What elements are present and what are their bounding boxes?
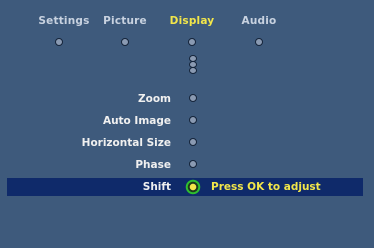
scroll-dot (189, 67, 197, 74)
adjust-hint: Press OK to adjust (211, 181, 321, 193)
tab-picture-indicator (121, 38, 129, 46)
menu-item-zoom[interactable]: Zoom (138, 93, 171, 105)
tab-audio[interactable]: Audio (242, 15, 277, 27)
menu-item-auto-image-radio[interactable] (189, 116, 197, 124)
menu-item-auto-image[interactable]: Auto Image (103, 115, 171, 127)
tab-picture[interactable]: Picture (103, 15, 147, 27)
tab-settings-indicator (55, 38, 63, 46)
tab-bar: Settings Picture Display Audio (0, 15, 374, 29)
menu-item-zoom-radio[interactable] (189, 94, 197, 102)
tab-display-indicator (188, 38, 196, 46)
scroll-indicator (189, 55, 197, 74)
menu-item-phase[interactable]: Phase (135, 159, 171, 171)
ok-button-icon[interactable] (185, 179, 201, 195)
menu-item-horizontal-size-radio[interactable] (189, 138, 197, 146)
menu-item-shift[interactable]: Shift (143, 181, 171, 193)
menu-item-horizontal-size[interactable]: Horizontal Size (82, 137, 171, 149)
tab-audio-indicator (255, 38, 263, 46)
tab-settings[interactable]: Settings (38, 15, 89, 27)
tab-display[interactable]: Display (170, 15, 215, 27)
osd-menu: Settings Picture Display Audio Zoom Auto… (0, 0, 374, 248)
menu-item-phase-radio[interactable] (189, 160, 197, 168)
